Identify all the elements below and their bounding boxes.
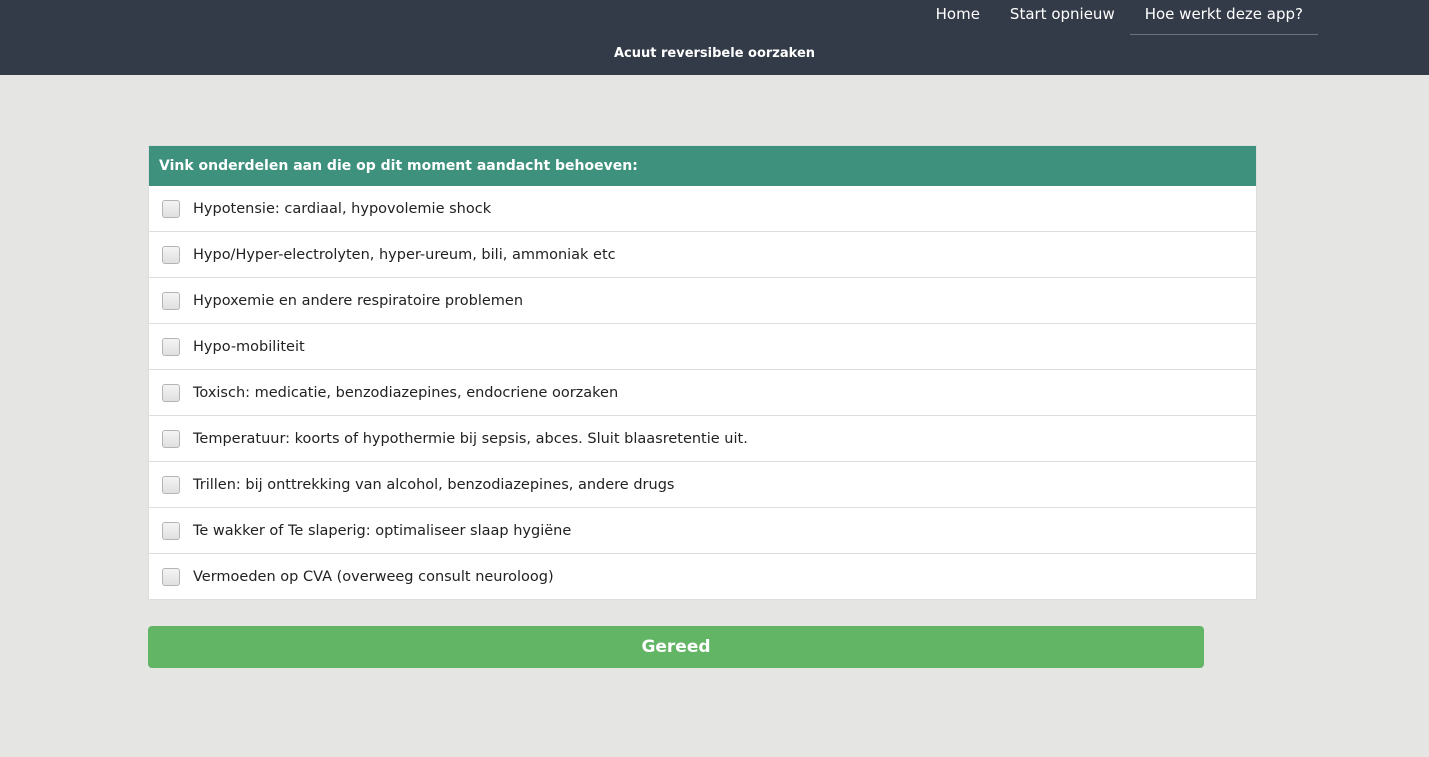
top-bar: Home Start opnieuw Hoe werkt deze app? A…	[0, 0, 1429, 75]
checklist-item-label[interactable]: Trillen: bij onttrekking van alcohol, be…	[193, 477, 674, 493]
checkbox[interactable]	[162, 337, 180, 356]
top-navigation: Home Start opnieuw Hoe werkt deze app?	[921, 0, 1318, 35]
checkbox[interactable]	[162, 429, 180, 448]
checkbox[interactable]	[162, 383, 180, 402]
checklist-item[interactable]: Hypoxemie en andere respiratoire problem…	[149, 278, 1256, 324]
checklist-item[interactable]: Te wakker of Te slaperig: optimaliseer s…	[149, 508, 1256, 554]
checklist-item[interactable]: Temperatuur: koorts of hypothermie bij s…	[149, 416, 1256, 462]
checklist-item-label[interactable]: Temperatuur: koorts of hypothermie bij s…	[193, 431, 748, 447]
checkbox[interactable]	[162, 245, 180, 264]
nav-how-it-works-link[interactable]: Hoe werkt deze app?	[1129, 0, 1318, 35]
checklist-item-label[interactable]: Toxisch: medicatie, benzodiazepines, end…	[193, 385, 618, 401]
checklist-title: Vink onderdelen aan die op dit moment aa…	[149, 146, 1256, 186]
nav-restart-link[interactable]: Start opnieuw	[995, 0, 1130, 35]
checkbox[interactable]	[162, 291, 180, 310]
checklist-item-label[interactable]: Hypoxemie en andere respiratoire problem…	[193, 293, 523, 309]
checklist-item[interactable]: Vermoeden op CVA (overweeg consult neuro…	[149, 554, 1256, 599]
checklist-item[interactable]: Trillen: bij onttrekking van alcohol, be…	[149, 462, 1256, 508]
checkbox[interactable]	[162, 475, 180, 494]
page-subtitle: Acuut reversibele oorzaken	[613, 46, 816, 61]
checklist-item[interactable]: Hypo-mobiliteit	[149, 324, 1256, 370]
checkbox[interactable]	[162, 521, 180, 540]
checkbox[interactable]	[162, 199, 180, 218]
checklist-item[interactable]: Hypo/Hyper-electrolyten, hyper-ureum, bi…	[149, 232, 1256, 278]
checklist-item-label[interactable]: Hypo/Hyper-electrolyten, hyper-ureum, bi…	[193, 247, 616, 263]
checklist-item-label[interactable]: Te wakker of Te slaperig: optimaliseer s…	[193, 523, 571, 539]
checklist-item-label[interactable]: Vermoeden op CVA (overweeg consult neuro…	[193, 569, 554, 585]
checklist-item[interactable]: Toxisch: medicatie, benzodiazepines, end…	[149, 370, 1256, 416]
checkbox[interactable]	[162, 567, 180, 586]
checklist-item-label[interactable]: Hypotensie: cardiaal, hypovolemie shock	[193, 201, 491, 217]
nav-home-link[interactable]: Home	[921, 0, 995, 35]
checklist-item-label[interactable]: Hypo-mobiliteit	[193, 339, 305, 355]
checklist-item[interactable]: Hypotensie: cardiaal, hypovolemie shock	[149, 186, 1256, 232]
done-button[interactable]: Gereed	[148, 626, 1204, 668]
checklist-panel: Vink onderdelen aan die op dit moment aa…	[148, 145, 1257, 600]
